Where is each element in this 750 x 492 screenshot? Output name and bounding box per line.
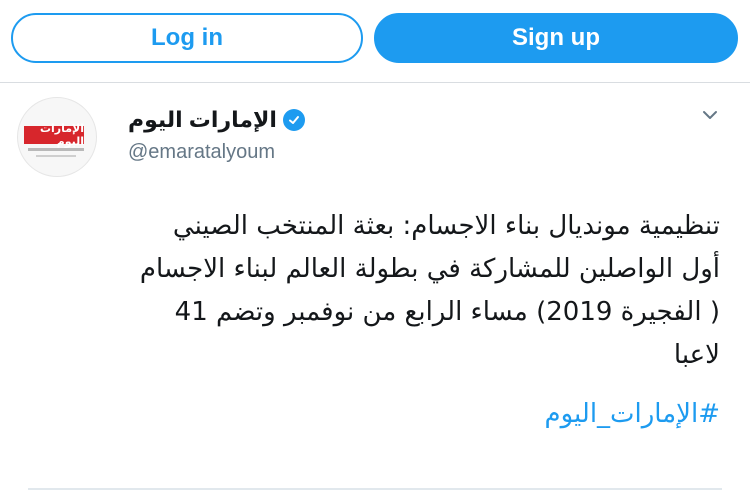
auth-bar: Log in Sign up xyxy=(0,0,750,82)
tweet-text-line-2: أول الواصلين للمشاركة في بطولة العالم لب… xyxy=(139,254,720,284)
tweet-text-line-4: لاعبا xyxy=(673,340,720,370)
signup-button[interactable]: Sign up xyxy=(374,13,738,63)
chevron-down-icon[interactable] xyxy=(700,105,720,125)
avatar-logo-text: الإمارات اليوم xyxy=(24,123,84,148)
verified-badge-icon xyxy=(282,109,305,131)
avatar[interactable]: الإمارات اليوم xyxy=(17,97,97,177)
tweet-text-line-3: ( الفجيرة 2019) مساء الرابع من نوفمبر وت… xyxy=(174,297,720,327)
tweet-text-line-1: تنظيمية مونديال بناء الاجسام: بعثة المنت… xyxy=(172,211,720,241)
tweet-text: تنظيمية مونديال بناء الاجسام: بعثة المنت… xyxy=(20,205,720,377)
login-button[interactable]: Log in xyxy=(11,13,363,63)
hashtag-link[interactable]: #الإمارات_اليوم xyxy=(545,399,720,429)
avatar-logo-line-2 xyxy=(36,155,76,157)
account-name-row[interactable]: الإمارات اليوم xyxy=(128,107,305,133)
tweet-card[interactable]: الإمارات اليوم الإمارات اليوم @emarataly… xyxy=(0,83,750,492)
account-handle[interactable]: @emaratalyoum xyxy=(128,141,275,164)
bottom-divider xyxy=(28,488,722,490)
account-name[interactable]: الإمارات اليوم xyxy=(128,107,277,133)
avatar-logo-line xyxy=(28,148,84,151)
